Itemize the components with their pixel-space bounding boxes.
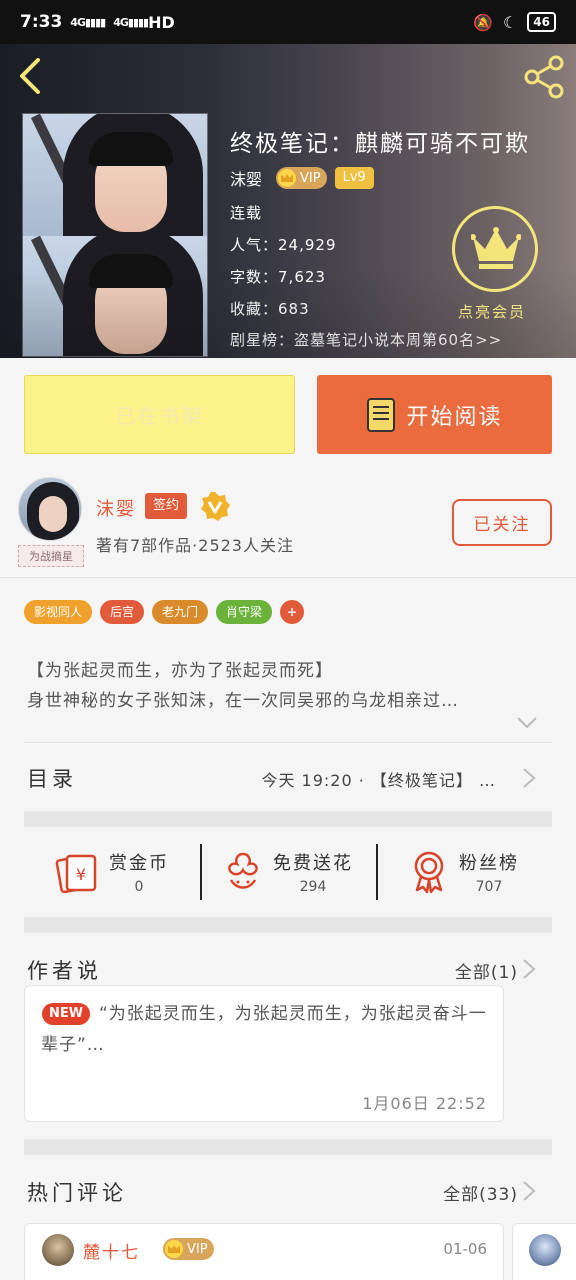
rank-link[interactable]: 剧星榜：盗墓笔记小说本周第60名>> [230, 329, 502, 350]
chevron-down-icon[interactable] [516, 716, 538, 730]
book-author-row: 沫婴 VIP Lv9 [230, 166, 374, 190]
crown-icon [471, 227, 521, 269]
verified-icon [201, 492, 230, 521]
comment-card[interactable]: 麓十七 VIP 01-06 [24, 1223, 504, 1280]
svg-text:¥: ¥ [76, 865, 86, 884]
author-section: 为战摘星 沫婴 签约 著有7部作品·2523人关注 已关注 [0, 475, 576, 578]
catalog-latest-chapter: 今天 19:20 · 【终极笔记】 … [261, 771, 496, 790]
signal-1-icon: 4G▮▮▮▮ [70, 15, 106, 29]
book-cover[interactable] [22, 113, 208, 357]
medal-icon [414, 851, 444, 894]
reward-coins-value: 0 [134, 879, 144, 895]
vip-label: VIP [187, 1241, 208, 1257]
signal-2-label: 4G [113, 15, 129, 29]
reward-row: ¥ 赏金币 0 免费送花 294 粉丝榜 707 [24, 828, 552, 916]
tag-item[interactable]: 肖守梁 [216, 600, 273, 624]
vip-member-button[interactable] [452, 206, 538, 292]
book-title: 终极笔记：麒麟可骑不可欺 [230, 131, 530, 157]
word-count-label: 字数： [230, 268, 279, 286]
vip-label: VIP [300, 170, 321, 186]
cover-image-bottom [23, 236, 207, 356]
reward-flowers-value: 294 [299, 879, 327, 895]
author-name[interactable]: 沫婴 [96, 495, 136, 521]
reward-coins-label: 赏金币 [109, 853, 169, 874]
hot-comments-all-link[interactable]: 全部(33) [443, 1180, 518, 1205]
crown-icon [165, 1240, 183, 1258]
popularity-label: 人气： [230, 236, 279, 254]
author-says-all-link[interactable]: 全部(1) [455, 958, 518, 983]
comment-date: 01-06 [443, 1240, 487, 1258]
signed-badge: 签约 [145, 493, 188, 519]
favorites-label: 收藏： [230, 300, 279, 318]
back-icon[interactable] [14, 56, 48, 96]
book-author[interactable]: 沫婴 [230, 166, 262, 190]
divider [24, 742, 552, 743]
tag-list: 影视同人 后宫 老九门 肖守梁 + [24, 600, 305, 624]
tag-item[interactable]: 后宫 [100, 600, 145, 624]
favorites-value: 683 [278, 300, 310, 318]
hot-comments-title: 热门评论 [27, 1181, 127, 1205]
vip-member-label[interactable]: 点亮会员 [458, 301, 526, 322]
battery-icon: 46 [527, 12, 556, 32]
commenter-avatar[interactable] [42, 1234, 74, 1266]
section-gap [24, 811, 552, 827]
reward-coins[interactable]: ¥ 赏金币 0 [24, 828, 200, 916]
synopsis[interactable]: 【为张起灵而生，亦为了张起灵而死】 身世神秘的女子张知沫，在一次同吴邪的乌龙相亲… [27, 656, 547, 716]
mute-icon: 🔕 [473, 12, 493, 32]
catalog-row[interactable]: 目录 今天 19:20 · 【终极笔记】 … [0, 745, 576, 809]
word-count-value: 7,623 [278, 268, 326, 286]
follow-button[interactable]: 已关注 [452, 499, 552, 546]
status-bar: 7:33 4G▮▮▮▮ 4G▮▮▮▮ HD 🔕 ☾ 46 [0, 0, 576, 44]
catalog-title: 目录 [27, 767, 77, 791]
cover-image-top [23, 114, 207, 236]
synopsis-line-1: 【为张起灵而生，亦为了张起灵而死】 [27, 661, 333, 681]
comment-card[interactable] [512, 1223, 576, 1280]
commenter-avatar[interactable] [529, 1234, 561, 1266]
chevron-right-icon[interactable] [522, 1180, 536, 1202]
book-popularity: 人气：24,929 [230, 234, 337, 255]
crown-icon [278, 169, 297, 187]
chevron-right-icon [523, 768, 536, 788]
add-tag-button[interactable]: + [280, 600, 305, 624]
book-header: 终极笔记：麒麟可骑不可欺 沫婴 VIP Lv9 连载 人气：24,929 字数：… [0, 44, 576, 358]
author-says-date: 1月06日 22:52 [362, 1094, 487, 1113]
tag-item[interactable]: 影视同人 [24, 600, 93, 624]
flower-icon [228, 852, 258, 889]
signal-1-label: 4G [70, 15, 86, 29]
section-gap [24, 917, 552, 933]
book-status: 连载 [230, 204, 263, 222]
start-reading-label: 开始阅读 [406, 404, 503, 430]
share-icon[interactable] [522, 54, 568, 100]
moon-icon: ☾ [502, 12, 518, 32]
red-envelope-icon: ¥ [55, 854, 97, 894]
avatar-caption: 为战摘星 [18, 545, 84, 567]
book-word-count: 字数：7,623 [230, 266, 326, 287]
hd-label: HD [148, 12, 175, 32]
signal-2-icon: 4G▮▮▮▮ [113, 15, 149, 29]
reward-fans[interactable]: 粉丝榜 707 [376, 828, 552, 916]
synopsis-line-2: 身世神秘的女子张知沫，在一次同吴邪的乌龙相亲过… [27, 691, 459, 711]
chevron-right-icon[interactable] [522, 958, 536, 980]
vip-badge: VIP [163, 1238, 214, 1260]
tag-item[interactable]: 老九门 [152, 600, 209, 624]
commenter-name[interactable]: 麓十七 [83, 1238, 140, 1263]
book-favorites: 收藏：683 [230, 298, 310, 319]
author-meta: 著有7部作品·2523人关注 [96, 536, 294, 555]
reward-fans-label: 粉丝榜 [459, 853, 519, 874]
section-gap [24, 1139, 552, 1155]
author-avatar[interactable] [18, 477, 82, 541]
author-says-card[interactable]: NEW “为张起灵而生，为张起灵而生，为张起灵奋斗一辈子”… 1月06日 22:… [24, 985, 504, 1122]
start-reading-button[interactable]: 开始阅读 [317, 375, 552, 454]
level-badge: Lv9 [334, 167, 374, 189]
reward-flowers-label: 免费送花 [273, 853, 353, 874]
book-icon [367, 397, 396, 432]
vip-badge: VIP [276, 167, 327, 189]
on-shelf-button[interactable]: 已在书架 [24, 375, 295, 454]
author-says-title: 作者说 [27, 959, 102, 983]
popularity-value: 24,929 [278, 236, 337, 254]
reward-fans-value: 707 [475, 879, 503, 895]
status-time: 7:33 [20, 12, 63, 32]
reward-flowers[interactable]: 免费送花 294 [200, 828, 376, 916]
author-says-text: “为张起灵而生，为张起灵而生，为张起灵奋斗一辈子”… [41, 1004, 487, 1055]
